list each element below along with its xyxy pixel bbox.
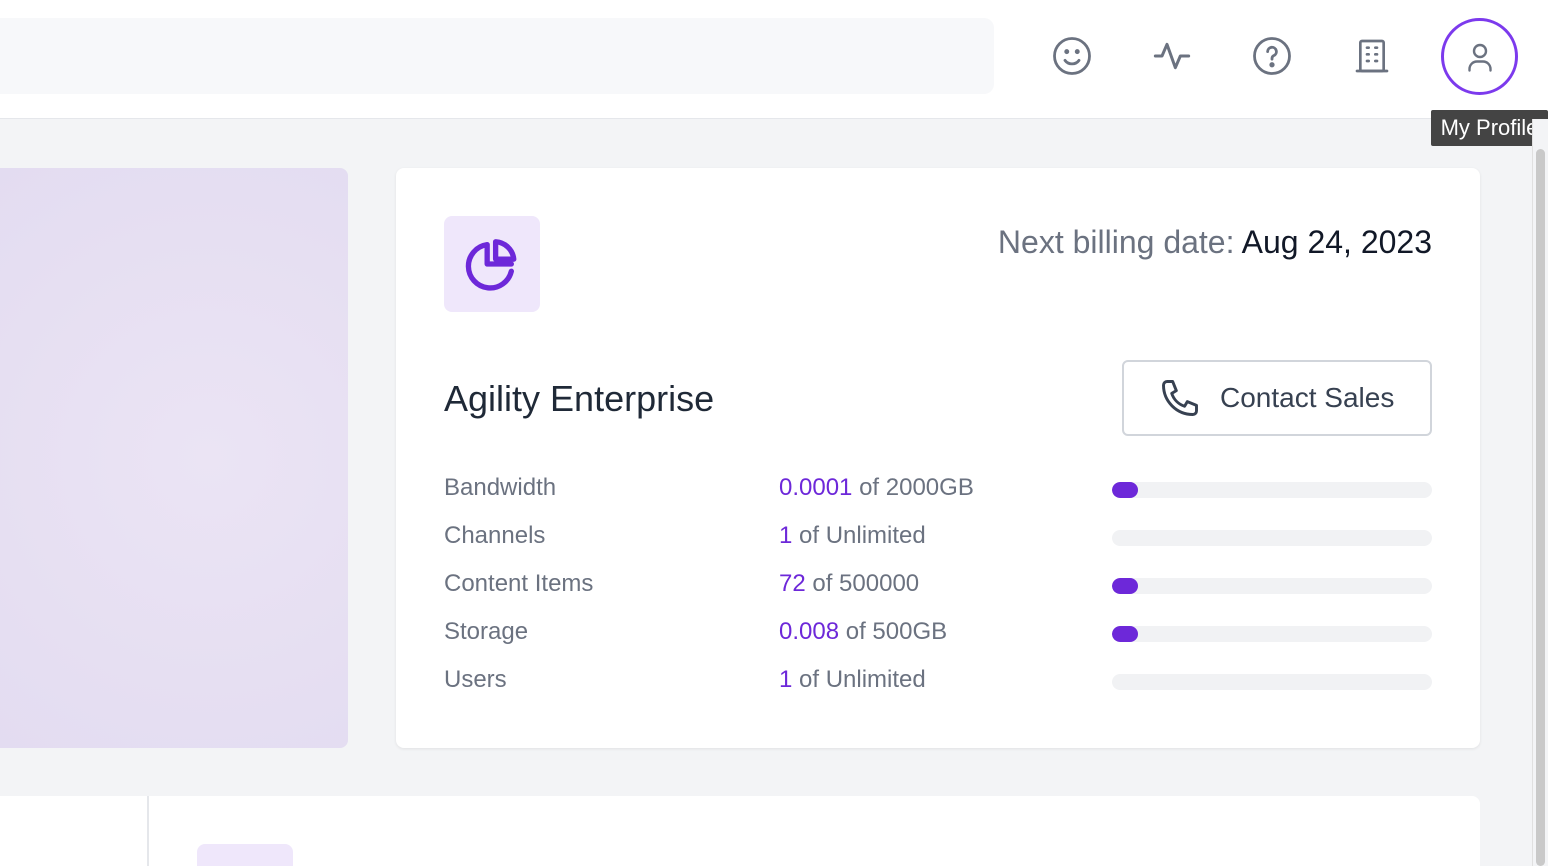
smiley-icon[interactable]: [1050, 34, 1094, 78]
usage-label: Storage: [444, 618, 529, 645]
usage-used: 72: [779, 570, 806, 597]
usage-row-users: Users 1 of Unlimited: [444, 662, 1432, 702]
usage-total: of Unlimited: [799, 522, 926, 549]
usage-bar: [1112, 482, 1432, 498]
usage-row-storage: Storage 0.008 of 500GB: [444, 614, 1432, 654]
usage-row-bandwidth: Bandwidth 0.0001 of 2000GB: [444, 470, 1432, 510]
usage-label: Users: [444, 666, 507, 693]
usage-bar-fill: [1112, 578, 1138, 594]
usage-label: Bandwidth: [444, 474, 557, 501]
usage-total: of Unlimited: [799, 666, 926, 693]
usage-bar-fill: [1112, 482, 1138, 498]
card-icon-box: [197, 844, 293, 866]
usage-total: of 2000GB: [859, 474, 974, 501]
usage-bar: [1112, 530, 1432, 546]
scrollbar-thumb[interactable]: [1536, 149, 1545, 866]
welcome-panel: [0, 168, 348, 748]
search-input[interactable]: [0, 18, 994, 94]
phone-icon: [1162, 380, 1198, 416]
usage-bar-fill: [1112, 626, 1138, 642]
usage-value: 1 of Unlimited: [779, 522, 926, 550]
top-bar: [0, 0, 1548, 119]
usage-used: 0.0001: [779, 474, 853, 501]
contact-sales-label: Contact Sales: [1220, 382, 1395, 413]
usage-total: of 500GB: [845, 618, 948, 645]
usage-label: Channels: [444, 522, 546, 549]
usage-value: 1 of Unlimited: [779, 666, 926, 694]
usage-label: Content Items: [444, 570, 594, 597]
usage-value: 0.008 of 500GB: [779, 618, 947, 646]
usage-bar: [1112, 578, 1432, 594]
profile-tooltip: My Profile: [1431, 110, 1548, 146]
building-icon[interactable]: [1350, 34, 1394, 78]
plan-name: Agility Enterprise: [444, 378, 715, 419]
activity-icon[interactable]: [1150, 34, 1194, 78]
contact-sales-button[interactable]: Contact Sales: [1122, 360, 1432, 436]
billing-info: Next billing date: Aug 24, 2023: [998, 224, 1432, 261]
help-icon[interactable]: [1250, 34, 1294, 78]
usage-value: 72 of 500000: [779, 570, 919, 598]
profile-button[interactable]: [1441, 18, 1518, 95]
usage-value: 0.0001 of 2000GB: [779, 474, 974, 502]
pie-chart-icon: [465, 239, 517, 291]
plan-icon-box: [444, 216, 540, 312]
scrollbar[interactable]: [1532, 119, 1548, 866]
plan-card: Next billing date: Aug 24, 2023 Agility …: [396, 168, 1480, 748]
usage-row-content-items: Content Items 72 of 500000: [444, 566, 1432, 606]
usage-used: 1: [779, 666, 793, 693]
user-icon: [1467, 43, 1492, 72]
secondary-card: [0, 796, 1480, 866]
usage-used: 0.008: [779, 618, 840, 645]
usage-bar: [1112, 674, 1432, 690]
divider: [147, 796, 149, 866]
usage-row-channels: Channels 1 of Unlimited: [444, 518, 1432, 558]
billing-label: Next billing date:: [997, 224, 1235, 260]
billing-date: Aug 24, 2023: [1241, 224, 1432, 260]
usage-used: 1: [779, 522, 793, 549]
usage-total: of 500000: [812, 570, 920, 597]
usage-bar: [1112, 626, 1432, 642]
